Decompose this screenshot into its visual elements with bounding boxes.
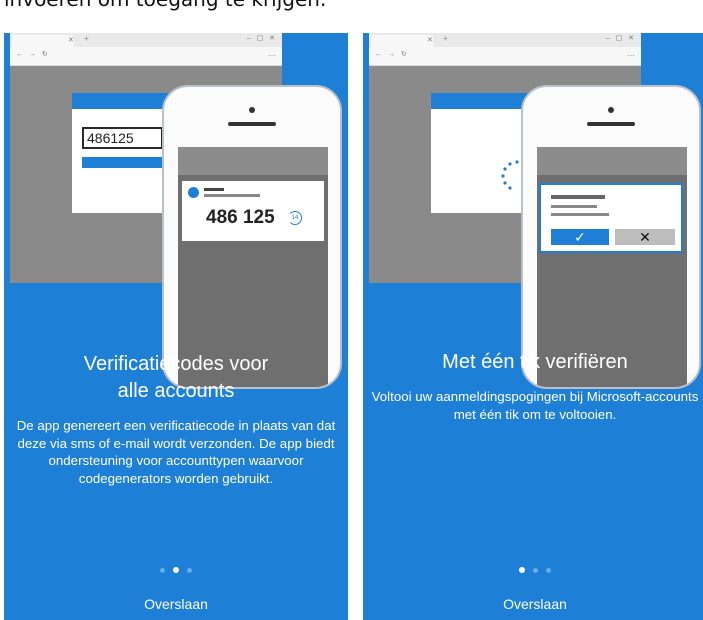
- verification-code: 486 125: [206, 207, 275, 228]
- nav-buttons-icon: ← → ↻: [16, 51, 50, 58]
- slide-description: De app genereert een verificatiecode in …: [16, 418, 336, 486]
- notification-title-line: [204, 188, 224, 191]
- screen-topband: [178, 147, 328, 175]
- phone-illustration: 486 125 14: [162, 85, 342, 389]
- x-icon: ✕: [615, 229, 675, 245]
- slide-description: Voltooi uw aanmeldingspogingen bij Micro…: [371, 389, 699, 422]
- dialog-text-line: [551, 205, 597, 208]
- slide-verification-codes: ✕ + – ▢ ✕ ← → ↻ … 486125 486 125 14 Veri…: [4, 33, 348, 620]
- page-dot[interactable]: [160, 568, 165, 573]
- phone-camera: [608, 107, 614, 113]
- new-tab-icon: +: [84, 34, 89, 43]
- countdown-timer-icon: 14: [288, 211, 302, 225]
- slide-one-tap-verify: ✕ + – ▢ ✕ ← → ↻ … ✓ ✕ Met één tik verifi…: [363, 33, 703, 620]
- skip-button[interactable]: Overslaan: [4, 596, 348, 612]
- page-indicator: [363, 567, 703, 573]
- slide-heading: Verificatiecodes voor alle accounts: [10, 351, 342, 405]
- page-dot[interactable]: [533, 568, 538, 573]
- screen-topband: [537, 147, 687, 175]
- page-dot[interactable]: [187, 568, 192, 573]
- account-avatar-icon: [188, 187, 199, 198]
- phone-speaker: [228, 122, 276, 126]
- code-notification: 486 125 14: [182, 181, 324, 241]
- slide-heading: Met één tik verifiëren: [369, 349, 701, 376]
- phone-illustration: ✓ ✕: [521, 85, 701, 389]
- heading-text: Verificatiecodes voor alle accounts: [83, 353, 269, 402]
- nav-buttons-icon: ← → ↻: [375, 51, 409, 58]
- code-input-field: 486125: [82, 127, 163, 149]
- browser-titlebar: ✕ + – ▢ ✕: [10, 33, 282, 47]
- approval-dialog: ✓ ✕: [539, 183, 683, 253]
- browser-tab: ✕: [371, 35, 433, 47]
- check-icon: ✓: [551, 229, 609, 245]
- page-indicator: [4, 567, 348, 573]
- page-dot[interactable]: [519, 567, 525, 573]
- skip-button[interactable]: Overslaan: [363, 596, 703, 612]
- phone-speaker: [587, 122, 635, 126]
- browser-tab: ✕: [12, 35, 74, 47]
- dialog-title-line: [551, 195, 605, 199]
- browser-menu-icon: …: [627, 49, 635, 58]
- page-dot[interactable]: [173, 567, 179, 573]
- notification-subtitle-line: [204, 194, 260, 197]
- browser-addressbar: ← → ↻ …: [369, 47, 641, 66]
- dialog-text-line: [551, 213, 609, 216]
- phone-camera: [249, 107, 255, 113]
- heading-text: Met één tik verifiëren: [442, 351, 628, 373]
- browser-menu-icon: …: [268, 49, 276, 58]
- browser-addressbar: ← → ↻ …: [10, 47, 282, 66]
- tab-close-icon: ✕: [68, 37, 74, 44]
- tab-close-icon: ✕: [427, 37, 433, 44]
- page-caption: invoeren om toegang te krijgen.: [4, 0, 326, 11]
- window-controls-icon: – ▢ ✕: [605, 35, 636, 42]
- page-dot[interactable]: [546, 568, 551, 573]
- window-controls-icon: – ▢ ✕: [246, 35, 277, 42]
- new-tab-icon: +: [443, 34, 448, 43]
- browser-titlebar: ✕ + – ▢ ✕: [369, 33, 641, 47]
